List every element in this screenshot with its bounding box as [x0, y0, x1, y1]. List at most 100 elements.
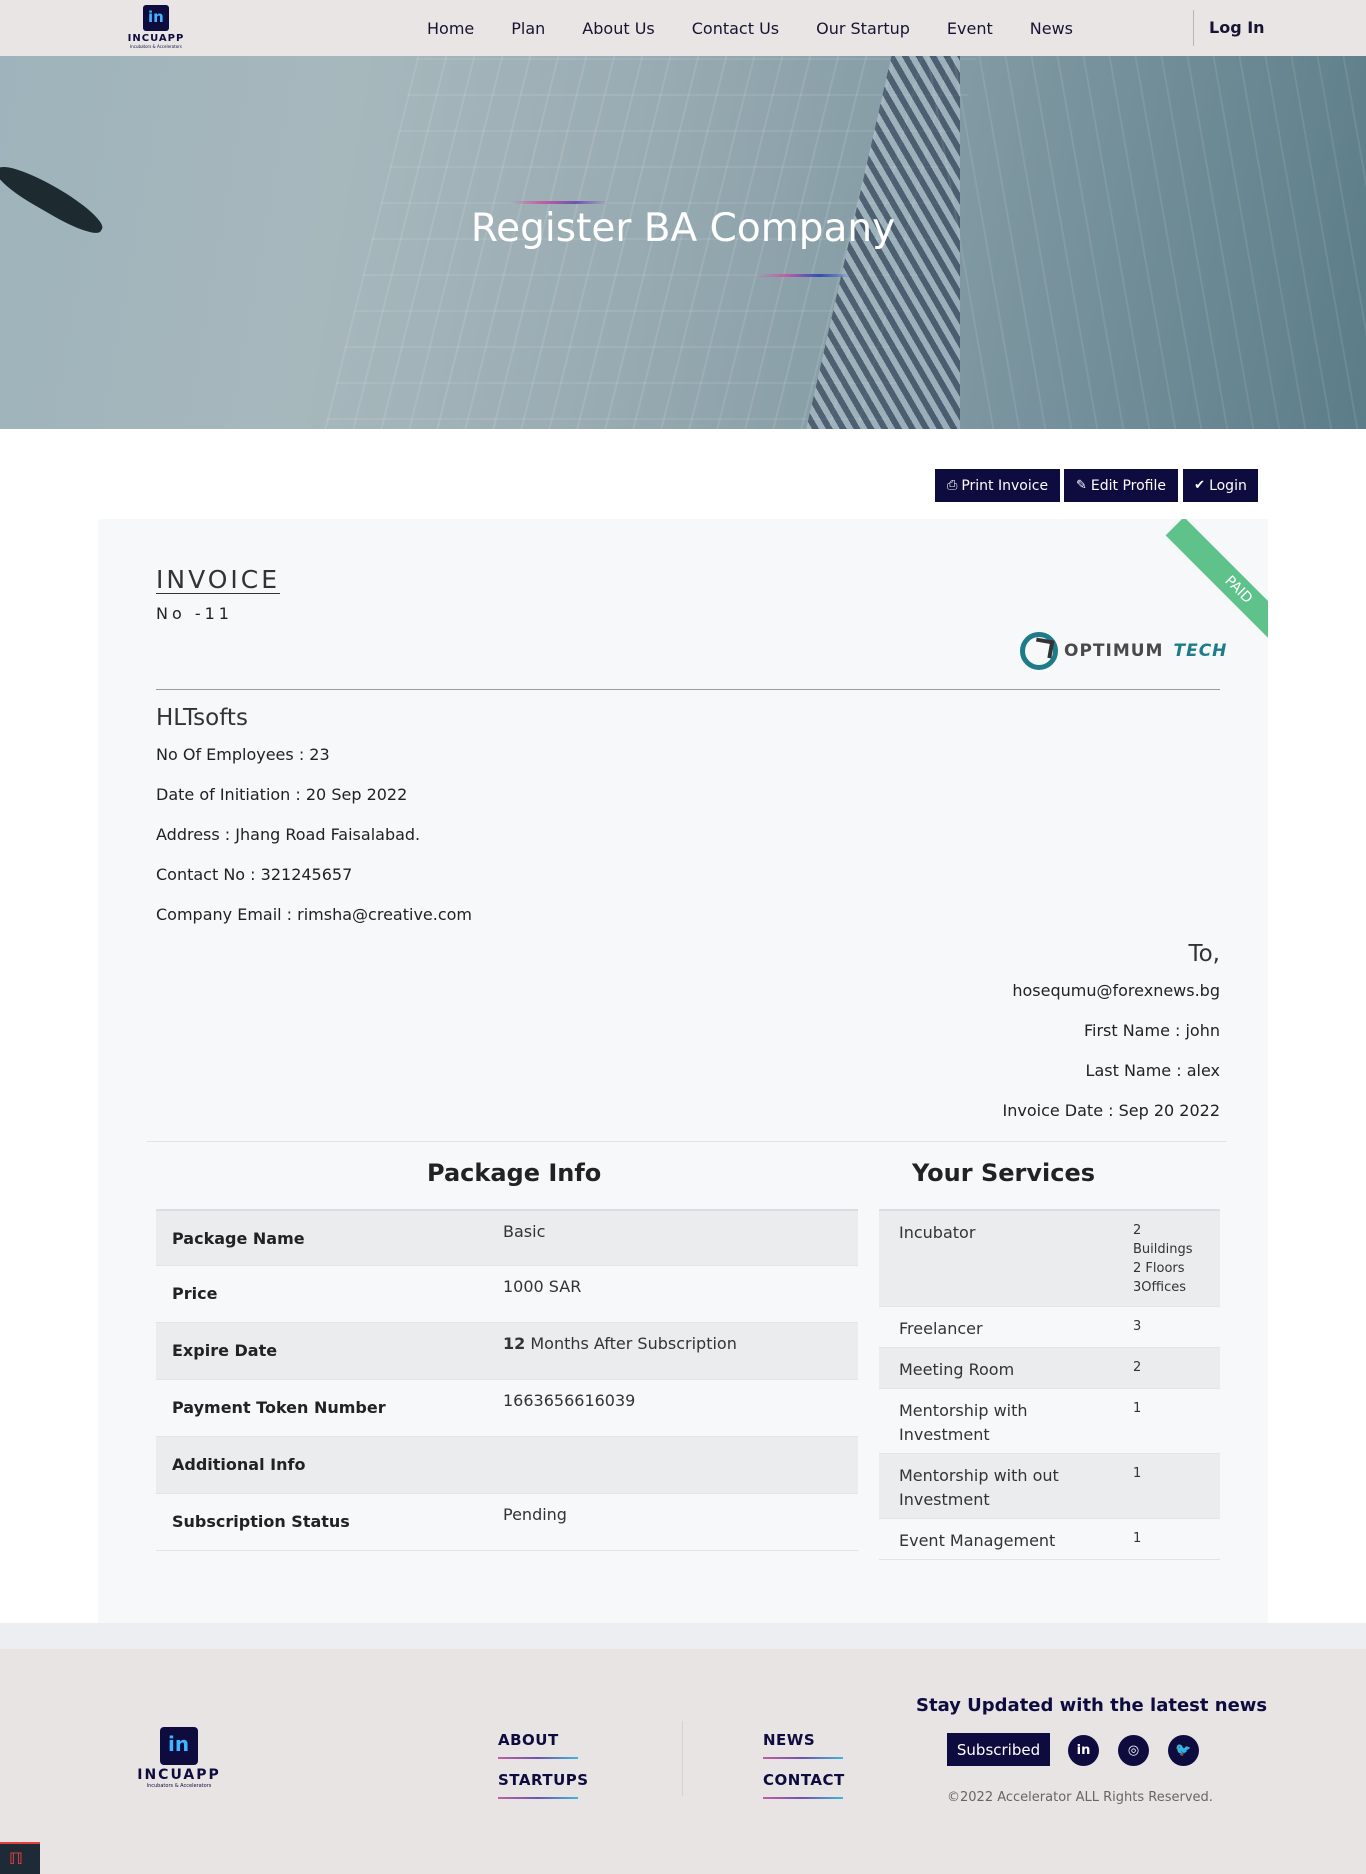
laravel-debug-badge[interactable]: ℿ [0, 1842, 40, 1874]
package-row-value: 12 Months After Subscription [503, 1334, 737, 1353]
optimum-tech-logo: OPTIMUM TECH [1020, 631, 1227, 671]
footer-logo-tagline: Incubators & Accelerators [146, 1783, 212, 1789]
optimum-logo-word: OPTIMUM [1064, 641, 1164, 661]
your-services-title: Your Services [912, 1159, 1095, 1187]
footer-logo-word: INCUAPP [137, 1767, 221, 1783]
footer-link-startups[interactable]: STARTUPS [498, 1771, 589, 1789]
nav-our-startup[interactable]: Our Startup [816, 19, 910, 38]
service-row-label: Event Management [899, 1531, 1056, 1550]
service-row-value: 3 [1133, 1319, 1142, 1334]
instagram-icon[interactable]: ◎ [1118, 1735, 1149, 1766]
invoice-number: No -11 [156, 604, 233, 623]
nav-links: Home Plan About Us Contact Us Our Startu… [427, 0, 1110, 56]
package-row-value: Pending [503, 1505, 567, 1524]
nav-plan[interactable]: Plan [511, 19, 545, 38]
edit-profile-label: Edit Profile [1090, 477, 1166, 494]
company-email: Company Email : rimsha@creative.com [156, 905, 473, 924]
footer-divider [682, 1721, 683, 1796]
nav-about-us[interactable]: About Us [582, 19, 654, 38]
footer-logo[interactable]: in INCUAPP Incubators & Accelerators [134, 1727, 224, 1789]
nav-news[interactable]: News [1030, 19, 1073, 38]
package-row-label: Additional Info [172, 1455, 306, 1474]
package-row: Price 1000 SAR [156, 1266, 858, 1323]
top-navbar: in INCUAPP Incubators & Accelerators Hom… [0, 0, 1366, 56]
package-row-label: Subscription Status [172, 1512, 350, 1531]
expire-months: 12 [503, 1334, 526, 1353]
recipient-first-name: First Name : john [1083, 1021, 1220, 1040]
package-row-label: Price [172, 1284, 218, 1303]
subscribed-button[interactable]: Subscribed [947, 1733, 1050, 1766]
package-row-label: Payment Token Number [172, 1398, 386, 1417]
logo-word: INCUAPP [127, 33, 185, 44]
service-row-label: Freelancer [899, 1319, 983, 1338]
expire-suffix: Months After Subscription [525, 1334, 737, 1353]
footer-link-underline [763, 1757, 843, 1759]
service-row-label: Meeting Room [899, 1360, 1015, 1379]
company-name: HLTsofts [156, 705, 248, 731]
initiation-date: Date of Initiation : 20 Sep 2022 [156, 785, 408, 804]
service-row: Mentorship with Investment 1 [879, 1389, 1220, 1454]
footer-link-contact[interactable]: CONTACT [763, 1771, 845, 1789]
hero-banner: Register BA Company [0, 56, 1366, 429]
service-row: Mentorship with out Investment 1 [879, 1454, 1220, 1519]
footer-link-underline [498, 1797, 578, 1799]
service-row: Freelancer 3 [879, 1307, 1220, 1348]
service-row: Meeting Room 2 [879, 1348, 1220, 1389]
package-row-value: 1663656616039 [503, 1391, 636, 1410]
package-row: Expire Date 12 Months After Subscription [156, 1323, 858, 1380]
nav-login-link[interactable]: Log In [1209, 18, 1265, 37]
service-row-value: 1 [1133, 1401, 1142, 1416]
nav-home[interactable]: Home [427, 19, 474, 38]
tech-logo-word: TECH [1173, 641, 1228, 661]
footer-link-underline [498, 1757, 578, 1759]
service-row-value: 2 [1133, 1360, 1142, 1375]
company-address: Address : Jhang Road Faisalabad. [156, 825, 421, 844]
invoice-date: Invoice Date : Sep 20 2022 [1002, 1101, 1221, 1120]
nav-contact-us[interactable]: Contact Us [692, 19, 779, 38]
service-row-label: Incubator [899, 1223, 976, 1242]
linkedin-icon[interactable]: in [1068, 1735, 1099, 1766]
recipient-last-name: Last Name : alex [1085, 1061, 1220, 1080]
print-invoice-button[interactable]: ⎙ Print Invoice [935, 469, 1060, 502]
package-row: Additional Info [156, 1437, 858, 1494]
service-row: Event Management 1 [879, 1519, 1220, 1560]
edit-icon: ✎ [1076, 478, 1087, 493]
divider [156, 689, 1220, 690]
service-row-label: Mentorship with Investment [899, 1401, 1028, 1444]
footer-top-strip [0, 1623, 1366, 1649]
recipient-email: hosequmu@forexnews.bg [1012, 981, 1220, 1000]
copyright-text: ©2022 Accelerator ALL Rights Reserved. [947, 1790, 1213, 1805]
nav-event[interactable]: Event [947, 19, 993, 38]
login-label: Login [1209, 477, 1247, 494]
package-row-value: Basic [503, 1222, 546, 1241]
service-row-value: 1 [1133, 1531, 1142, 1546]
hero-accent-line-top [509, 201, 609, 204]
package-row: Package Name Basic [156, 1209, 858, 1266]
edit-profile-button[interactable]: ✎ Edit Profile [1064, 469, 1178, 502]
footer-logo-mark: in [160, 1727, 198, 1765]
newsletter-title: Stay Updated with the latest news [916, 1695, 1268, 1716]
footer-link-about[interactable]: ABOUT [498, 1731, 559, 1749]
twitter-icon[interactable]: 🐦 [1168, 1735, 1199, 1766]
logo-tagline: Incubators & Accelerators [130, 44, 182, 49]
package-row-label: Expire Date [172, 1341, 278, 1360]
package-row: Payment Token Number 1663656616039 [156, 1380, 858, 1437]
laravel-icon: ℿ [9, 1849, 23, 1868]
divider [147, 1141, 1227, 1142]
footer: in INCUAPP Incubators & Accelerators ABO… [0, 1649, 1366, 1874]
optimum-logo-mark [1020, 632, 1058, 670]
login-button[interactable]: ✔ Login [1183, 469, 1258, 502]
contact-number: Contact No : 321245657 [156, 865, 353, 884]
hero-accent-line-bottom [753, 274, 853, 277]
logo-mark: in [143, 5, 169, 31]
employees-count: No Of Employees : 23 [156, 745, 330, 764]
service-row: Incubator 2 Buildings 2 Floors 3Offices [879, 1209, 1220, 1307]
service-row-value: 1 [1133, 1466, 1142, 1481]
incuapp-logo[interactable]: in INCUAPP Incubators & Accelerators [126, 5, 186, 51]
footer-link-news[interactable]: NEWS [763, 1731, 815, 1749]
service-row-value: 2 Buildings 2 Floors 3Offices [1133, 1223, 1193, 1295]
hero-title: Register BA Company [470, 206, 896, 251]
invoice-title: INVOICE [156, 565, 281, 594]
nav-divider [1193, 10, 1194, 46]
footer-link-underline [763, 1797, 843, 1799]
